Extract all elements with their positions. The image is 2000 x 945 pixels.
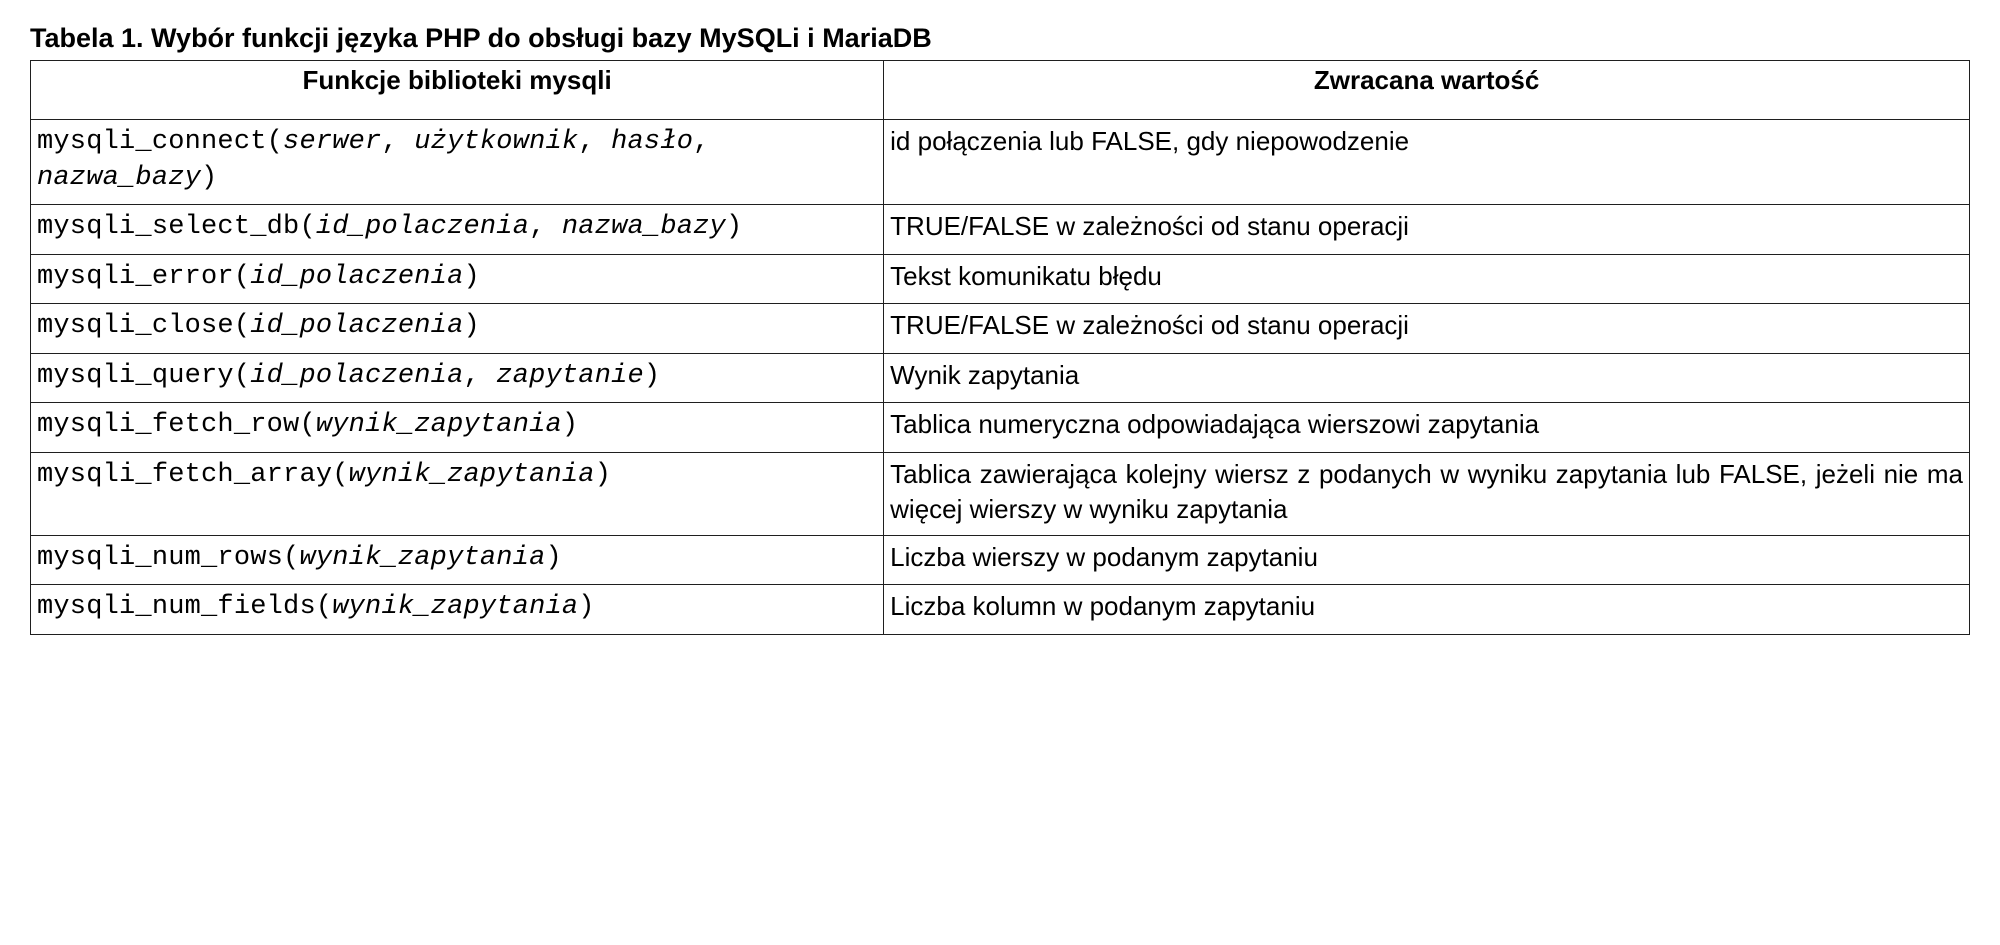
function-param: użytkownik bbox=[414, 127, 578, 157]
function-param: id_polaczenia bbox=[250, 361, 463, 391]
function-signature-cell: mysqli_select_db(id_polaczenia, nazwa_ba… bbox=[31, 205, 884, 254]
function-name: mysqli_select_db( bbox=[37, 212, 316, 242]
function-name: mysqli_num_rows( bbox=[37, 543, 299, 573]
function-name: ) bbox=[546, 543, 562, 573]
function-param: zapytanie bbox=[496, 361, 644, 391]
function-name: , bbox=[529, 212, 562, 242]
mysqli-functions-table: Funkcje biblioteki mysqli Zwracana warto… bbox=[30, 60, 1970, 634]
return-value-cell: Wynik zapytania bbox=[884, 353, 1970, 402]
return-value-cell: id połączenia lub FALSE, gdy niepowodzen… bbox=[884, 119, 1970, 205]
table-row: mysqli_error(id_polaczenia)Tekst komunik… bbox=[31, 254, 1970, 303]
table-caption: Tabela 1. Wybór funkcji języka PHP do ob… bbox=[30, 20, 1970, 56]
function-signature-cell: mysqli_query(id_polaczenia, zapytanie) bbox=[31, 353, 884, 402]
function-name: , bbox=[381, 127, 414, 157]
return-value-cell: Tablica numeryczna odpowiadająca wierszo… bbox=[884, 403, 1970, 452]
function-name: mysqli_connect( bbox=[37, 127, 283, 157]
function-param: serwer bbox=[283, 127, 381, 157]
function-signature-cell: mysqli_close(id_polaczenia) bbox=[31, 304, 884, 353]
table-row: mysqli_connect(serwer, użytkownik, hasło… bbox=[31, 119, 1970, 205]
function-param: nazwa_bazy bbox=[562, 212, 726, 242]
function-signature-cell: mysqli_connect(serwer, użytkownik, hasło… bbox=[31, 119, 884, 205]
function-signature-cell: mysqli_error(id_polaczenia) bbox=[31, 254, 884, 303]
function-name: ) bbox=[595, 460, 611, 490]
function-name: ) bbox=[644, 361, 660, 391]
table-body: mysqli_connect(serwer, użytkownik, hasło… bbox=[31, 119, 1970, 634]
header-return-value: Zwracana wartość bbox=[884, 61, 1970, 119]
return-value-cell: Tekst komunikatu błędu bbox=[884, 254, 1970, 303]
function-param: wynik_zapytania bbox=[299, 543, 545, 573]
table-row: mysqli_close(id_polaczenia)TRUE/FALSE w … bbox=[31, 304, 1970, 353]
function-signature-cell: mysqli_fetch_row(wynik_zapytania) bbox=[31, 403, 884, 452]
function-name: mysqli_fetch_row( bbox=[37, 410, 316, 440]
function-signature-cell: mysqli_num_rows(wynik_zapytania) bbox=[31, 535, 884, 584]
return-value-cell: TRUE/FALSE w zależności od stanu operacj… bbox=[884, 304, 1970, 353]
function-param: wynik_zapytania bbox=[349, 460, 595, 490]
function-name: mysqli_fetch_array( bbox=[37, 460, 349, 490]
function-name: mysqli_error( bbox=[37, 262, 250, 292]
function-name: , bbox=[693, 127, 709, 157]
function-signature-cell: mysqli_fetch_array(wynik_zapytania) bbox=[31, 452, 884, 535]
function-param: nazwa_bazy bbox=[37, 163, 201, 193]
function-name: ) bbox=[562, 410, 578, 440]
function-name: ) bbox=[578, 592, 594, 622]
table-row: mysqli_num_rows(wynik_zapytania)Liczba w… bbox=[31, 535, 1970, 584]
function-param: wynik_zapytania bbox=[316, 410, 562, 440]
table-row: mysqli_query(id_polaczenia, zapytanie)Wy… bbox=[31, 353, 1970, 402]
table-row: mysqli_fetch_row(wynik_zapytania)Tablica… bbox=[31, 403, 1970, 452]
header-functions: Funkcje biblioteki mysqli bbox=[31, 61, 884, 119]
table-row: mysqli_num_fields(wynik_zapytania)Liczba… bbox=[31, 585, 1970, 634]
return-value-cell: TRUE/FALSE w zależności od stanu operacj… bbox=[884, 205, 1970, 254]
function-name: ) bbox=[201, 163, 217, 193]
function-name: mysqli_close( bbox=[37, 311, 250, 341]
function-name: ) bbox=[463, 311, 479, 341]
function-name: ) bbox=[463, 262, 479, 292]
function-param: id_polaczenia bbox=[250, 311, 463, 341]
table-row: mysqli_select_db(id_polaczenia, nazwa_ba… bbox=[31, 205, 1970, 254]
return-value-cell: Liczba kolumn w podanym zapytaniu bbox=[884, 585, 1970, 634]
function-param: wynik_zapytania bbox=[332, 592, 578, 622]
function-name: mysqli_query( bbox=[37, 361, 250, 391]
return-value-cell: Liczba wierszy w podanym zapytaniu bbox=[884, 535, 1970, 584]
function-param: id_polaczenia bbox=[250, 262, 463, 292]
function-name: , bbox=[463, 361, 496, 391]
function-param: id_polaczenia bbox=[316, 212, 529, 242]
function-name: mysqli_num_fields( bbox=[37, 592, 332, 622]
table-header-row: Funkcje biblioteki mysqli Zwracana warto… bbox=[31, 61, 1970, 119]
function-name: , bbox=[578, 127, 611, 157]
function-name: ) bbox=[726, 212, 742, 242]
function-param: hasło bbox=[611, 127, 693, 157]
return-value-cell: Tablica zawierająca kolejny wiersz z pod… bbox=[884, 452, 1970, 535]
table-row: mysqli_fetch_array(wynik_zapytania)Tabli… bbox=[31, 452, 1970, 535]
function-signature-cell: mysqli_num_fields(wynik_zapytania) bbox=[31, 585, 884, 634]
